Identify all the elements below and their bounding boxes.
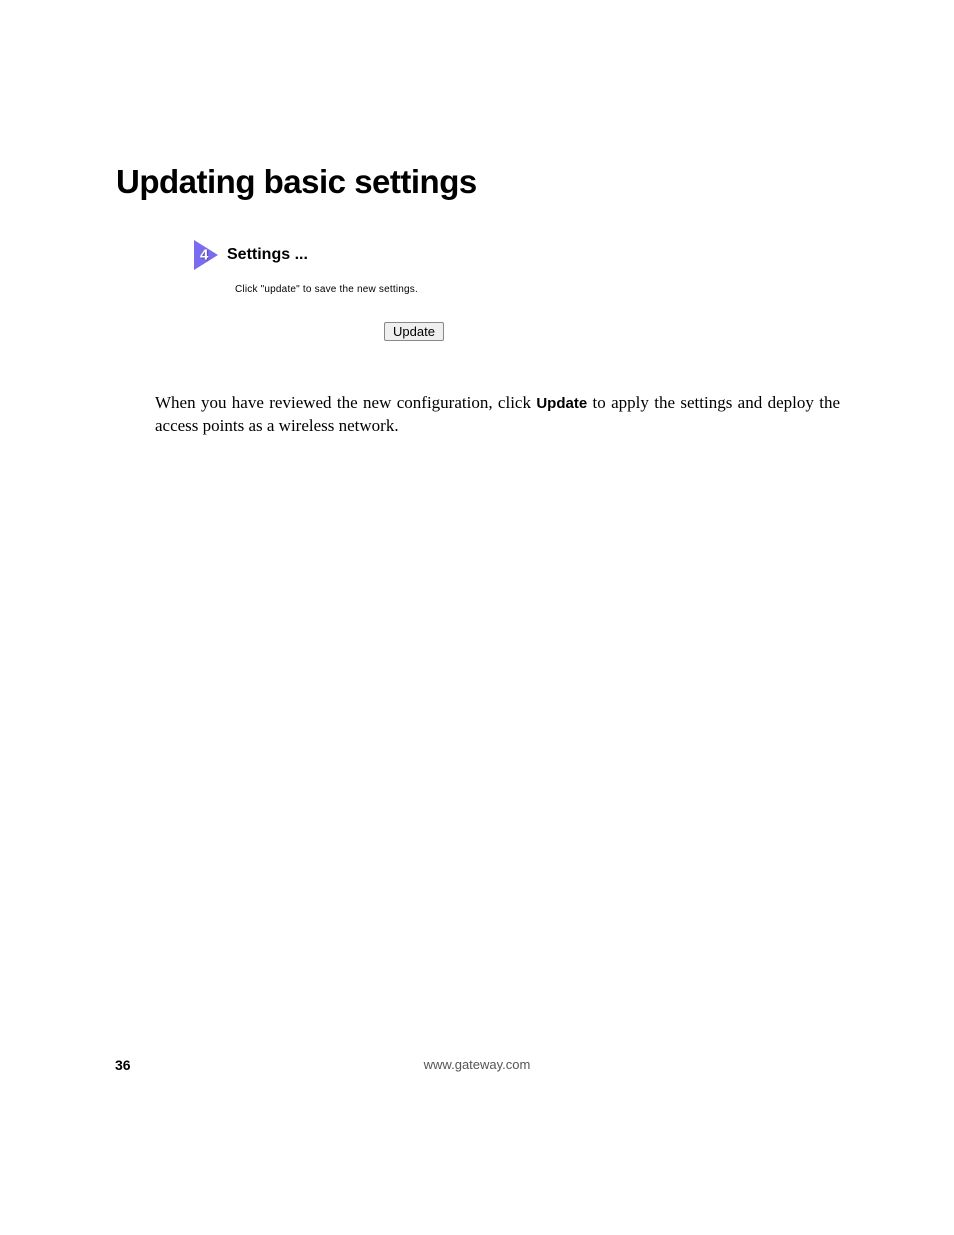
settings-panel: 4 Settings ... Click "update" to save th… [191,238,451,295]
panel-instruction: Click "update" to save the new settings. [235,284,451,295]
footer-url: www.gateway.com [424,1057,531,1072]
page-title: Updating basic settings [116,163,477,201]
step-number: 4 [200,247,208,264]
body-text: When you have reviewed the new configura… [155,392,840,438]
page-number: 36 [115,1057,131,1073]
update-button[interactable]: Update [384,322,444,341]
step-arrow-icon: 4 [191,238,221,272]
panel-title: Settings ... [227,246,308,264]
panel-header: 4 Settings ... [191,238,451,272]
body-text-bold: Update [536,395,587,412]
body-text-part1: When you have reviewed the new configura… [155,393,536,412]
